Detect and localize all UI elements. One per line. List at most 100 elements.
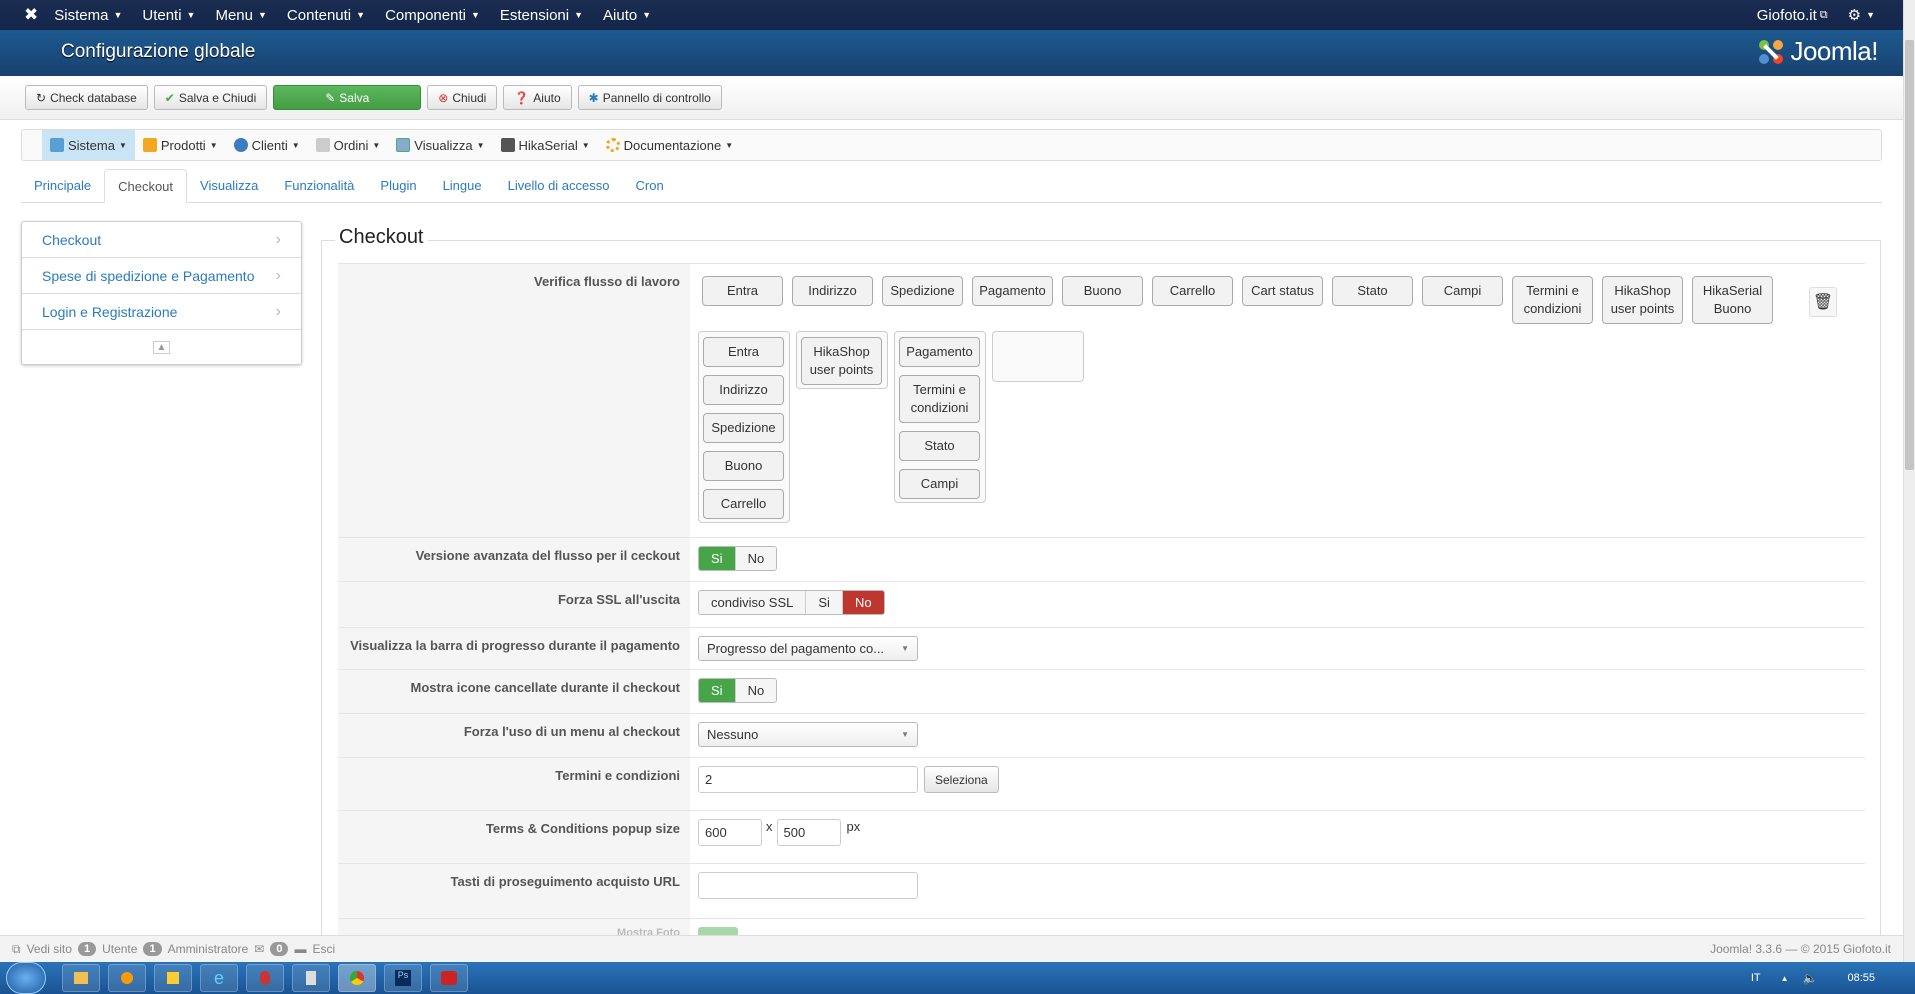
workflow-available-item[interactable]: Spedizione: [882, 276, 963, 306]
tray-arrow-icon[interactable]: ▲: [1781, 974, 1789, 983]
workflow-step-item[interactable]: Buono: [703, 451, 784, 481]
hika-menu-ordini[interactable]: Ordini ▼: [308, 130, 389, 160]
menu-aiuto[interactable]: Aiuto ▼: [603, 7, 651, 24]
view-site-link[interactable]: Vedi sito: [27, 942, 72, 956]
save-button[interactable]: ✎ Salva: [273, 85, 422, 110]
sidebar-item-login[interactable]: Login e Registrazione ›: [22, 294, 301, 330]
menu-componenti[interactable]: Componenti ▼: [385, 7, 480, 24]
save-close-button[interactable]: ✔ Salva e Chiudi: [153, 85, 268, 110]
hika-menu-documentazione[interactable]: Documentazione ▼: [598, 130, 741, 160]
workflow-step-item[interactable]: Carrello: [703, 489, 784, 519]
menu-menu[interactable]: Menu ▼: [215, 7, 266, 24]
workflow-available-item[interactable]: Campi: [1422, 276, 1503, 306]
settings-menu[interactable]: ⚙ ▼: [1848, 6, 1875, 24]
hika-menu-hikaserial[interactable]: HikaSerial ▼: [493, 130, 598, 160]
popup-height-input[interactable]: 500: [776, 819, 841, 846]
continue-url-input[interactable]: [698, 872, 918, 899]
select-terms-button[interactable]: Seleziona: [924, 766, 999, 793]
volume-icon[interactable]: 🔈: [1803, 971, 1818, 985]
scrollbar-thumb[interactable]: [1905, 40, 1914, 470]
option-no[interactable]: No: [842, 591, 884, 614]
option-yes[interactable]: Si: [699, 547, 736, 570]
workflow-available-item[interactable]: Pagamento: [972, 276, 1053, 306]
tab-funzionalita[interactable]: Funzionalità: [271, 168, 367, 202]
workflow-step-item[interactable]: Campi: [899, 469, 980, 499]
option-no[interactable]: No: [735, 679, 777, 702]
control-panel-button[interactable]: ✱ Pannello di controllo: [577, 85, 722, 110]
tab-plugin[interactable]: Plugin: [367, 168, 429, 202]
collapse-sidebar-button[interactable]: ▲: [22, 330, 301, 364]
site-link[interactable]: Giofoto.it ⧉: [1757, 7, 1828, 24]
explorer-icon[interactable]: [62, 964, 100, 992]
deleted-icons-toggle[interactable]: Si No: [698, 678, 778, 703]
joomla-icon[interactable]: ✖: [24, 5, 38, 25]
workflow-step-group[interactable]: [992, 331, 1084, 382]
workflow-available-item[interactable]: Carrello: [1152, 276, 1233, 306]
messages-badge[interactable]: 0: [270, 942, 289, 956]
workflow-step-group[interactable]: HikaShop user points: [796, 331, 888, 389]
option-shared-ssl[interactable]: condiviso SSL: [699, 591, 807, 614]
internet-explorer-icon[interactable]: e: [200, 964, 238, 992]
workflow-available-item[interactable]: HikaShop user points: [1602, 276, 1683, 324]
photoshop-icon[interactable]: Ps: [384, 964, 422, 992]
terms-input[interactable]: 2: [698, 766, 918, 793]
trash-icon[interactable]: 🗑: [1809, 287, 1837, 317]
logout-link[interactable]: Esci: [312, 942, 335, 956]
workflow-step-group[interactable]: Pagamento Termini e condizioni Stato Campi: [894, 331, 986, 503]
users-label[interactable]: Utente: [102, 942, 137, 956]
option-yes[interactable]: Si: [699, 679, 736, 702]
hika-menu-clienti[interactable]: Clienti ▼: [226, 130, 308, 160]
media-player-icon[interactable]: [108, 964, 146, 992]
workflow-available-item[interactable]: Termini e condizioni: [1512, 276, 1593, 324]
notepad-icon[interactable]: [292, 964, 330, 992]
start-button[interactable]: [6, 962, 46, 994]
workflow-available-item[interactable]: Stato: [1332, 276, 1413, 306]
hika-menu-prodotti[interactable]: Prodotti ▼: [135, 130, 226, 160]
menu-contenuti[interactable]: Contenuti ▼: [287, 7, 365, 24]
help-button[interactable]: ❓ Aiuto: [503, 85, 572, 110]
sidebar-item-shipping-payment[interactable]: Spese di spedizione e Pagamento ›: [22, 258, 301, 294]
workflow-available-item[interactable]: Indirizzo: [792, 276, 873, 306]
admins-label[interactable]: Amministratore: [168, 942, 249, 956]
force-ssl-toggle[interactable]: condiviso SSL Si No: [698, 590, 885, 615]
workflow-step-item[interactable]: Entra: [703, 337, 784, 367]
show-photo-toggle[interactable]: [698, 927, 738, 935]
tab-principale[interactable]: Principale: [21, 168, 104, 202]
force-menu-select[interactable]: Nessuno ▼: [698, 722, 918, 747]
option-yes[interactable]: Si: [806, 591, 843, 614]
workflow-step-item[interactable]: Spedizione: [703, 413, 784, 443]
workflow-available-item[interactable]: Buono: [1062, 276, 1143, 306]
workflow-step-item[interactable]: Termini e condizioni: [899, 375, 980, 423]
close-button[interactable]: ⊗ Chiudi: [427, 85, 498, 110]
app-icon[interactable]: [246, 964, 284, 992]
chrome-icon[interactable]: [338, 964, 376, 992]
sidebar-item-checkout[interactable]: Checkout ›: [22, 222, 301, 258]
workflow-step-item[interactable]: Indirizzo: [703, 375, 784, 405]
tab-checkout[interactable]: Checkout: [104, 169, 188, 203]
menu-sistema[interactable]: Sistema ▼: [54, 7, 122, 24]
tab-lingue[interactable]: Lingue: [430, 168, 495, 202]
workflow-step-item[interactable]: HikaShop user points: [801, 337, 882, 385]
menu-utenti[interactable]: Utenti ▼: [142, 7, 195, 24]
progress-bar-select[interactable]: Progresso del pagamento co... ▼: [698, 636, 918, 661]
tab-cron[interactable]: Cron: [623, 168, 677, 202]
option-no[interactable]: No: [735, 547, 777, 570]
workflow-step-item[interactable]: Pagamento: [899, 337, 980, 367]
workflow-step-group[interactable]: Entra Indirizzo Spedizione Buono Carrello: [698, 331, 790, 523]
popup-width-input[interactable]: 600: [698, 819, 762, 846]
camera-icon[interactable]: [430, 964, 468, 992]
advanced-workflow-toggle[interactable]: Si No: [698, 546, 778, 571]
tab-livello-accesso[interactable]: Livello di accesso: [495, 168, 623, 202]
hika-menu-sistema[interactable]: Sistema ▼: [42, 130, 135, 160]
hika-menu-visualizza[interactable]: Visualizza ▼: [388, 130, 492, 160]
tab-visualizza[interactable]: Visualizza: [187, 168, 271, 202]
language-indicator[interactable]: IT: [1751, 972, 1761, 984]
workflow-available-item[interactable]: Entra: [702, 276, 783, 306]
workflow-available-item[interactable]: HikaSerial Buono: [1692, 276, 1773, 324]
clock[interactable]: 08:55: [1847, 972, 1875, 984]
workflow-step-item[interactable]: Stato: [899, 431, 980, 461]
folders-icon[interactable]: [154, 964, 192, 992]
check-database-button[interactable]: ↻ Check database: [25, 85, 148, 110]
menu-estensioni[interactable]: Estensioni ▼: [500, 7, 583, 24]
workflow-available-item[interactable]: Cart status: [1242, 276, 1323, 306]
